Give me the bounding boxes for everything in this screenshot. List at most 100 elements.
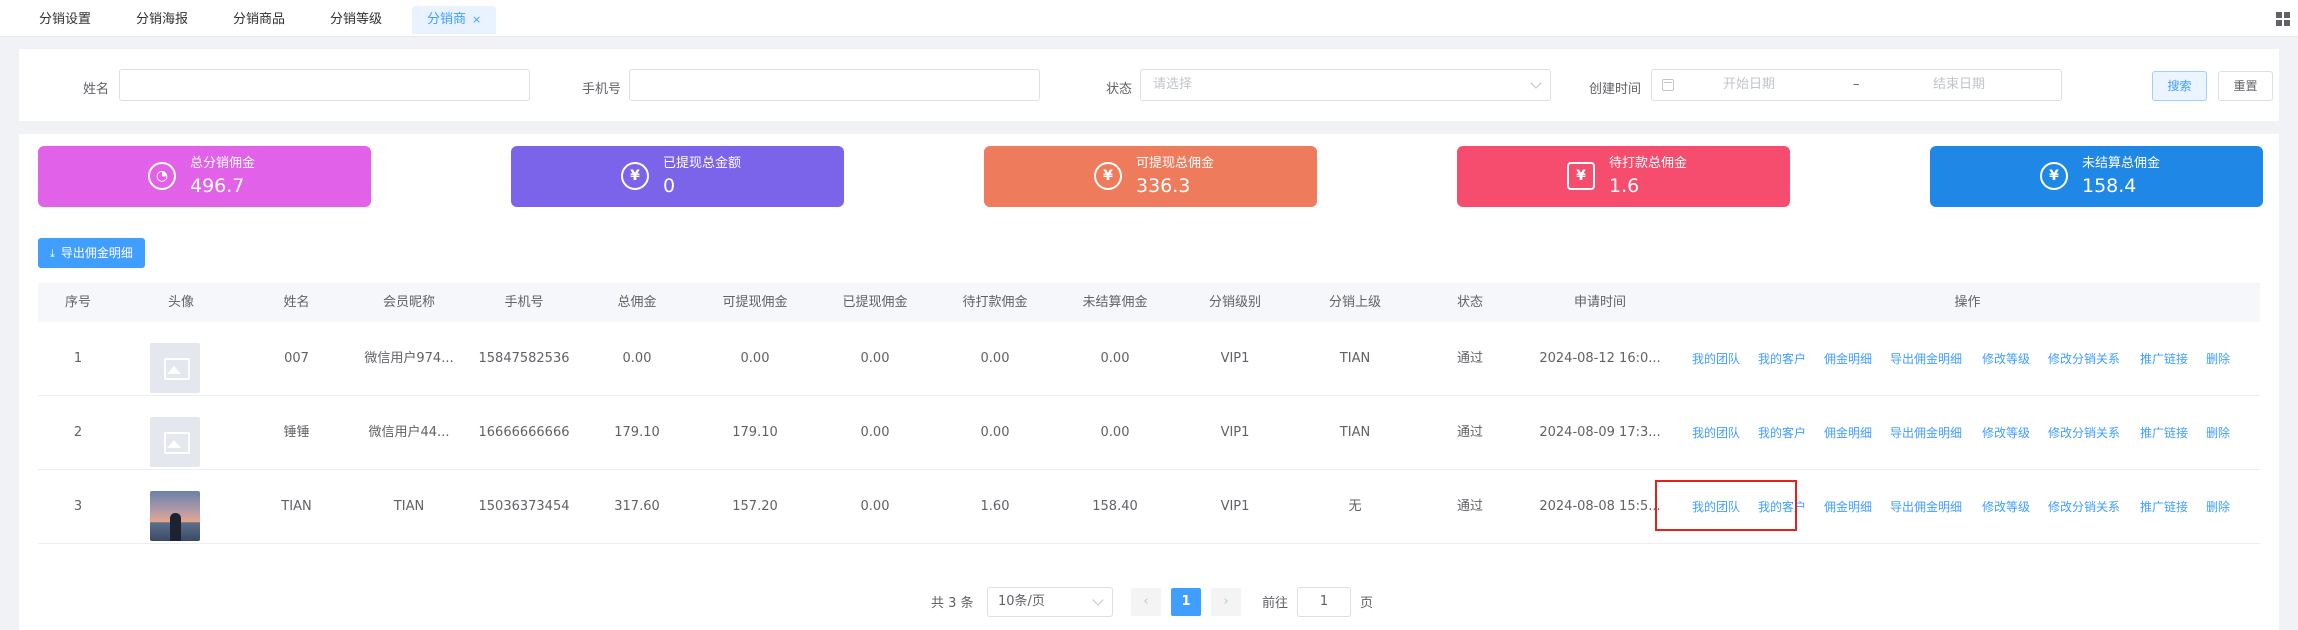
name-label: 姓名 <box>83 82 110 97</box>
edit-level-link[interactable]: 修改等级 <box>1982 322 2030 396</box>
tab-distribution-levels[interactable]: 分销等级 <box>315 6 397 34</box>
stat-title: 可提现总佣金 <box>1136 156 1215 171</box>
cell-level: VIP1 <box>1220 351 1250 366</box>
tab-bar: 分销设置 分销海报 分销商品 分销等级 分销商 × <box>0 0 2298 37</box>
cell-superior: 无 <box>1348 499 1362 514</box>
name-input[interactable] <box>119 69 530 101</box>
page-size-select[interactable]: 10条/页 <box>987 587 1113 617</box>
promo-link[interactable]: 推广链接 <box>2140 396 2188 470</box>
goto-page-input[interactable]: 1 <box>1297 587 1351 617</box>
promo-link[interactable]: 推广链接 <box>2140 470 2188 544</box>
cell-withdrawable: 0.00 <box>740 351 770 366</box>
export-commission-link[interactable]: 导出佣金明细 <box>1890 396 1962 470</box>
delete-link[interactable]: 删除 <box>2206 322 2230 396</box>
range-separator: – <box>1853 77 1860 92</box>
col-applied-time: 申请时间 <box>1573 295 1626 310</box>
avatar <box>150 491 200 541</box>
reset-button[interactable]: 重置 <box>2218 71 2273 101</box>
status-select[interactable]: 请选择 <box>1140 69 1551 101</box>
chevron-down-icon <box>1530 77 1542 89</box>
cell-index: 2 <box>73 425 83 440</box>
yen-icon: ¥ <box>621 162 649 190</box>
cell-nickname: 微信用户974... <box>364 351 454 366</box>
cell-level: VIP1 <box>1220 499 1250 514</box>
col-name: 姓名 <box>283 295 310 310</box>
yen-icon: ¥ <box>1094 162 1122 190</box>
tab-distributors-label: 分销商 <box>427 12 467 27</box>
cell-applied-time: 2024-08-12 16:0... <box>1539 351 1661 366</box>
table-row: 1 007 微信用户974... 15847582536 0.00 0.00 0… <box>38 322 2260 396</box>
tab-distributors[interactable]: 分销商 × <box>412 6 497 34</box>
stat-value: 1.6 <box>1609 175 1640 197</box>
promo-link[interactable]: 推广链接 <box>2140 322 2188 396</box>
grid-menu-icon[interactable] <box>2276 12 2290 26</box>
tab-distribution-products[interactable]: 分销商品 <box>218 6 300 34</box>
col-total: 总佣金 <box>617 295 657 310</box>
col-level: 分销级别 <box>1208 295 1261 310</box>
phone-input[interactable] <box>629 69 1040 101</box>
search-button[interactable]: 搜索 <box>2152 71 2207 101</box>
stat-value: 158.4 <box>2082 175 2137 197</box>
edit-relation-link[interactable]: 修改分销关系 <box>2048 470 2120 544</box>
edit-relation-link[interactable]: 修改分销关系 <box>2048 396 2120 470</box>
delete-link[interactable]: 删除 <box>2206 470 2230 544</box>
stat-value: 496.7 <box>190 175 245 197</box>
col-status: 状态 <box>1456 295 1483 310</box>
phone-label: 手机号 <box>582 82 622 97</box>
export-commission-button[interactable]: ⤓ 导出佣金明细 <box>38 238 145 268</box>
cell-withdrawn: 0.00 <box>860 351 890 366</box>
page-size-value: 10条/页 <box>998 594 1045 609</box>
pie-chart-icon: ◔ <box>148 162 176 190</box>
commission-detail-link[interactable]: 佣金明细 <box>1824 470 1872 544</box>
commission-detail-link[interactable]: 佣金明细 <box>1824 322 1872 396</box>
main-panel: ◔ 总分销佣金 496.7 ¥ 已提现总金额 0 ¥ 可提现总佣金 336.3 … <box>19 134 2279 630</box>
next-page-button[interactable]: › <box>1211 588 1241 616</box>
export-commission-link[interactable]: 导出佣金明细 <box>1890 322 1962 396</box>
cell-applied-time: 2024-08-09 17:3... <box>1539 425 1661 440</box>
my-customers-link[interactable]: 我的客户 <box>1758 322 1806 396</box>
col-avatar: 头像 <box>167 295 194 310</box>
cell-phone: 15036373454 <box>478 499 570 514</box>
edit-level-link[interactable]: 修改等级 <box>1982 470 2030 544</box>
date-range-picker[interactable]: 开始日期 – 结束日期 <box>1651 69 2062 101</box>
start-date-input[interactable]: 开始日期 <box>1723 70 1775 100</box>
col-superior: 分销上级 <box>1328 295 1381 310</box>
cell-total: 179.10 <box>614 425 660 440</box>
avatar <box>150 417 200 467</box>
stat-card-total-commission: ◔ 总分销佣金 496.7 <box>38 146 371 207</box>
stat-title: 总分销佣金 <box>190 156 256 171</box>
export-commission-link[interactable]: 导出佣金明细 <box>1890 470 1962 544</box>
table-row: 3 TIAN TIAN 15036373454 317.60 157.20 0.… <box>38 470 2260 544</box>
yen-icon: ¥ <box>2040 162 2068 190</box>
my-team-link[interactable]: 我的团队 <box>1692 396 1740 470</box>
tab-distribution-poster[interactable]: 分销海报 <box>121 6 203 34</box>
stat-title: 未结算总佣金 <box>2082 156 2161 171</box>
payment-clock-icon: ¥ <box>1567 162 1595 190</box>
cell-unsettled: 158.40 <box>1092 499 1138 514</box>
edit-relation-link[interactable]: 修改分销关系 <box>2048 322 2120 396</box>
my-team-link[interactable]: 我的团队 <box>1692 322 1740 396</box>
cell-withdrawn: 0.00 <box>860 425 890 440</box>
cell-pending: 0.00 <box>980 425 1010 440</box>
export-button-label: 导出佣金明细 <box>60 246 133 260</box>
my-customers-link[interactable]: 我的客户 <box>1758 396 1806 470</box>
created-time-label: 创建时间 <box>1589 82 1642 97</box>
delete-link[interactable]: 删除 <box>2206 396 2230 470</box>
end-date-input[interactable]: 结束日期 <box>1933 70 1985 100</box>
stat-value: 336.3 <box>1136 175 1191 197</box>
pagination-total: 共 3 条 <box>931 596 974 611</box>
cell-pending: 1.60 <box>980 499 1010 514</box>
cell-nickname: 微信用户44... <box>368 425 450 440</box>
close-icon[interactable]: × <box>472 13 481 26</box>
commission-detail-link[interactable]: 佣金明细 <box>1824 396 1872 470</box>
page-1-button[interactable]: 1 <box>1171 588 1201 616</box>
cell-withdrawable: 179.10 <box>732 425 778 440</box>
stat-title: 待打款总佣金 <box>1609 156 1688 171</box>
prev-page-button[interactable]: ‹ <box>1131 588 1161 616</box>
cell-nickname: TIAN <box>393 499 425 514</box>
edit-level-link[interactable]: 修改等级 <box>1982 396 2030 470</box>
cell-superior: TIAN <box>1339 351 1371 366</box>
tab-distribution-settings[interactable]: 分销设置 <box>24 6 106 34</box>
col-index: 序号 <box>64 295 91 310</box>
cell-total: 317.60 <box>614 499 660 514</box>
